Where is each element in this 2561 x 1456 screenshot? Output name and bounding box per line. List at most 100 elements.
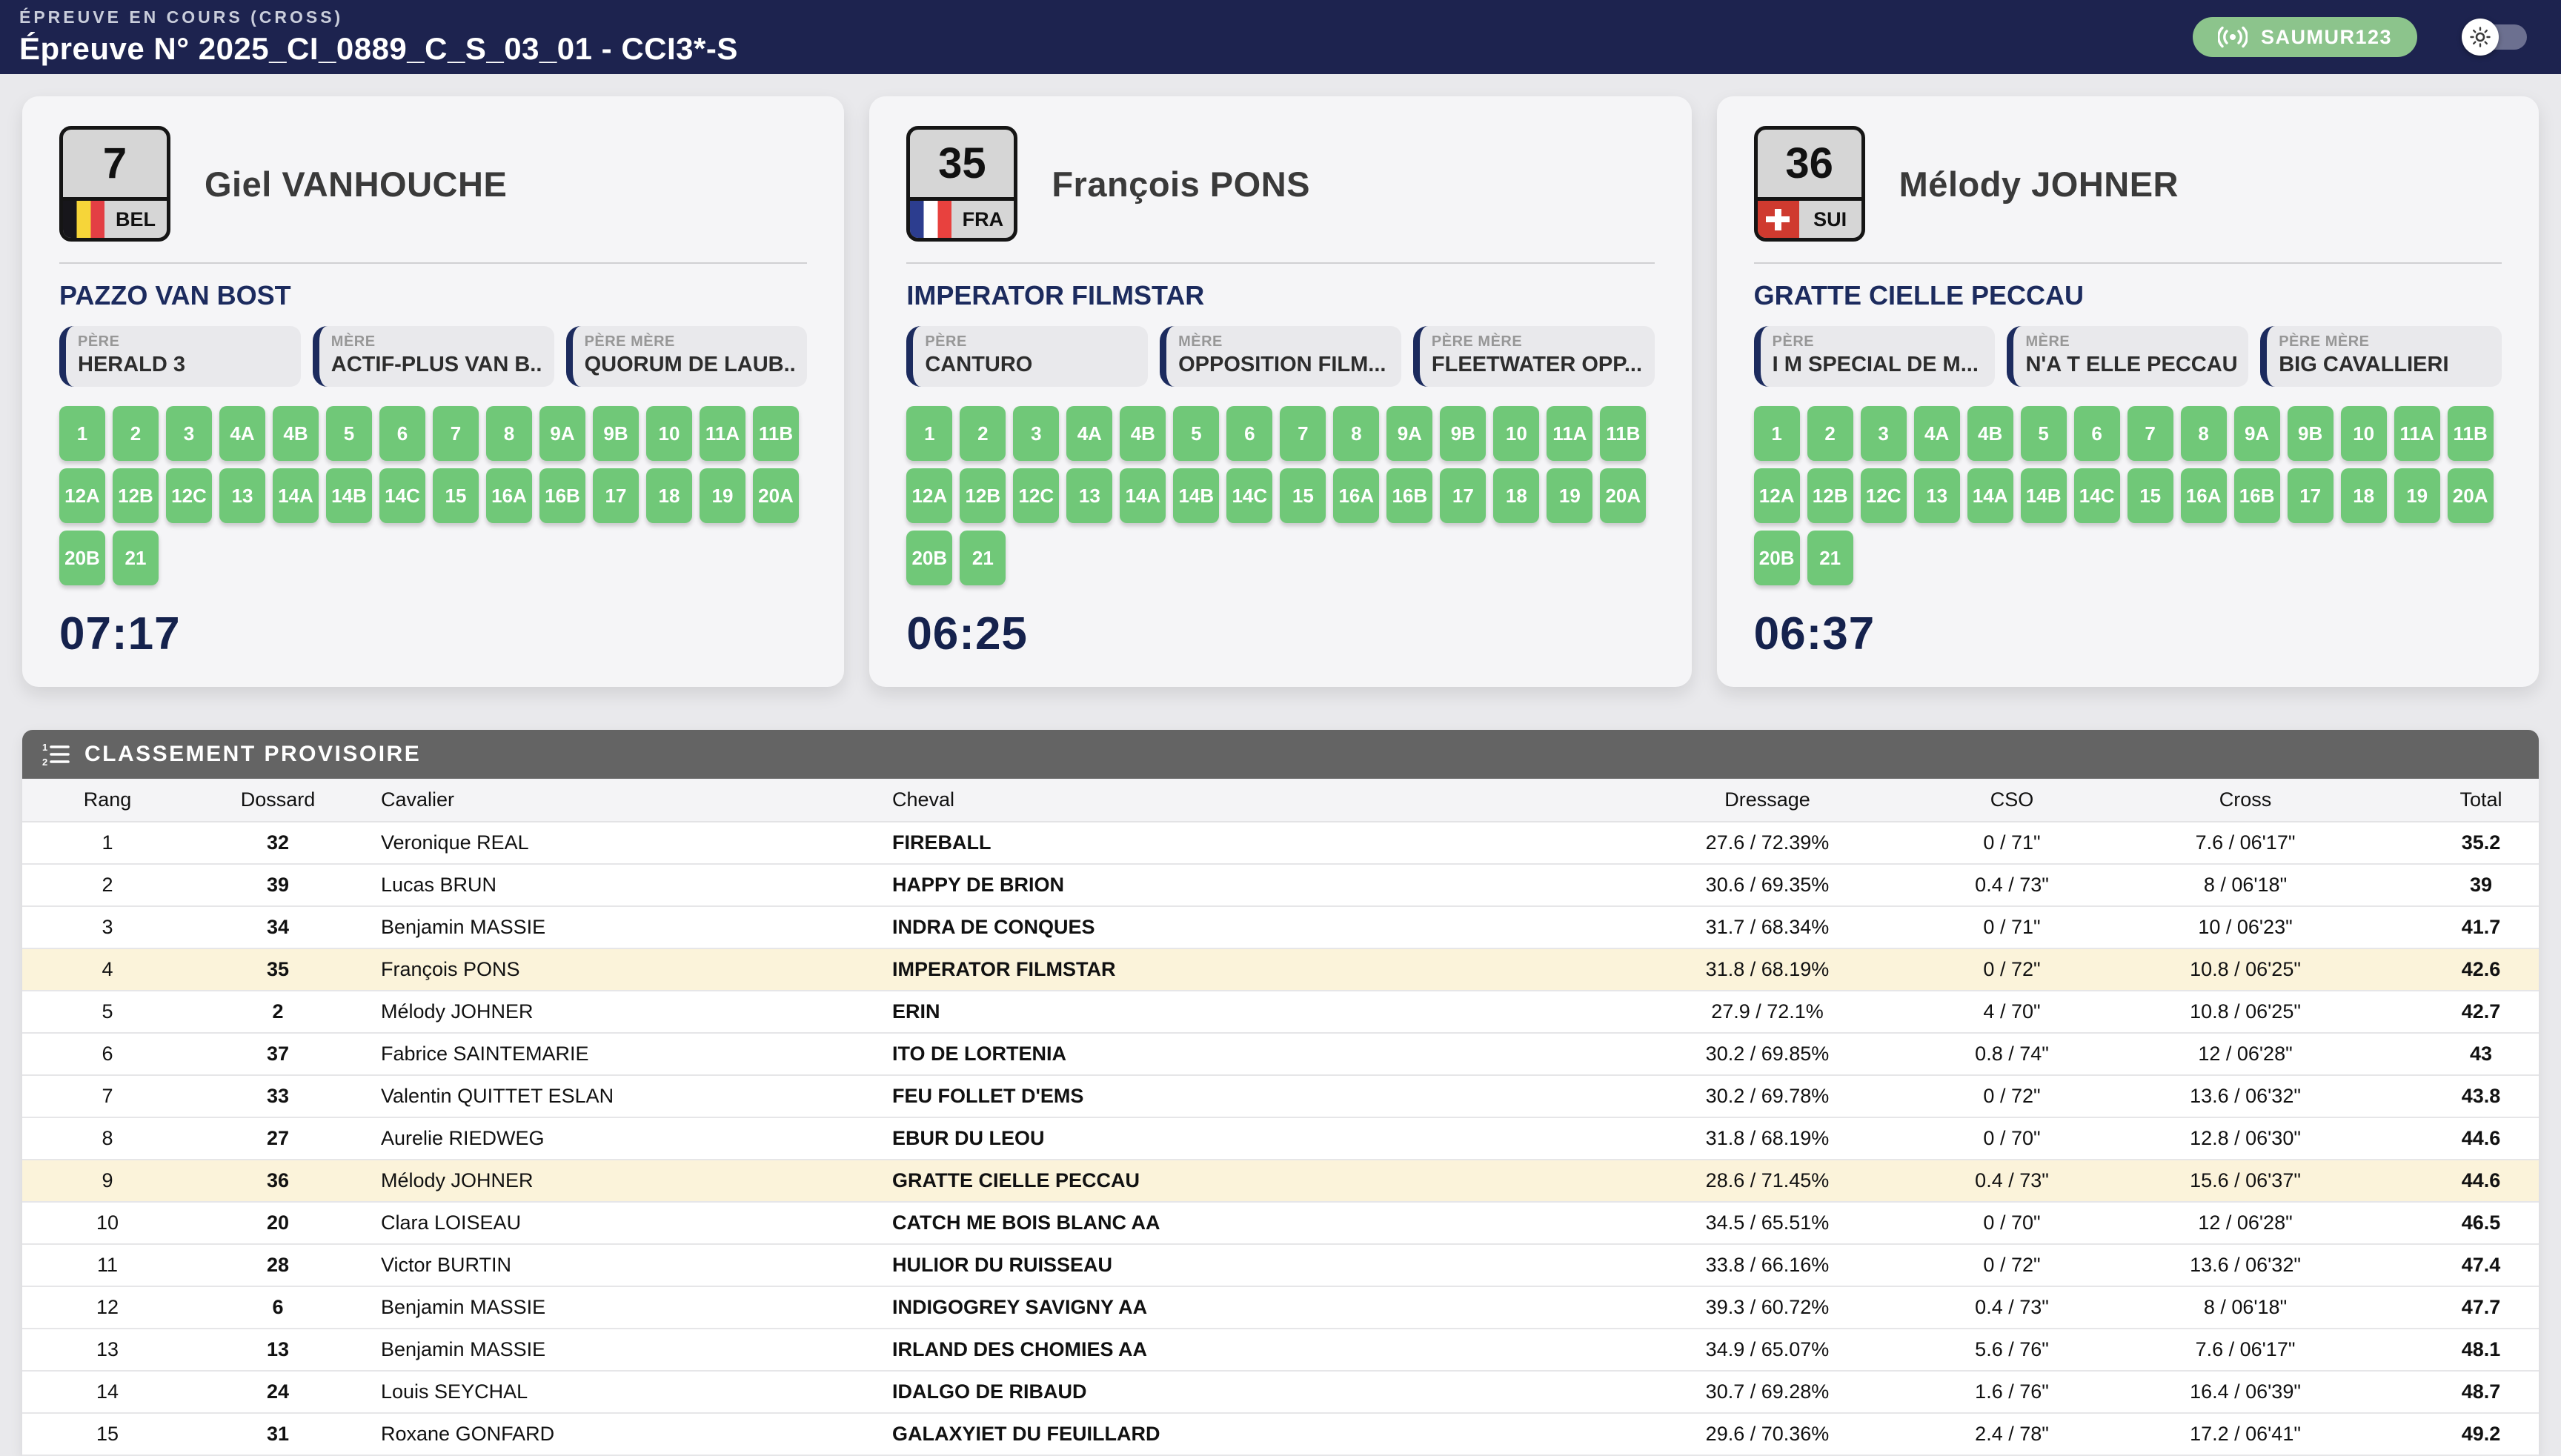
fence-button[interactable]: 15 bbox=[1280, 468, 1326, 523]
live-event-badge[interactable]: SAUMUR123 bbox=[2193, 17, 2417, 57]
fence-button[interactable]: 11B bbox=[753, 406, 799, 461]
fence-button[interactable]: 17 bbox=[1440, 468, 1486, 523]
fence-button[interactable]: 15 bbox=[433, 468, 479, 523]
fence-button[interactable]: 19 bbox=[700, 468, 745, 523]
fence-button[interactable]: 4A bbox=[1914, 406, 1960, 461]
fence-button[interactable]: 3 bbox=[1013, 406, 1059, 461]
fence-button[interactable]: 4A bbox=[1066, 406, 1112, 461]
fence-button[interactable]: 12C bbox=[1013, 468, 1059, 523]
fence-button[interactable]: 14C bbox=[1226, 468, 1272, 523]
fence-button[interactable]: 12C bbox=[1861, 468, 1907, 523]
fence-button[interactable]: 20A bbox=[753, 468, 799, 523]
fence-button[interactable]: 12A bbox=[1754, 468, 1800, 523]
fence-button[interactable]: 20B bbox=[59, 531, 105, 585]
theme-toggle[interactable] bbox=[2462, 19, 2527, 56]
fence-button[interactable]: 12A bbox=[906, 468, 952, 523]
fence-button[interactable]: 9A bbox=[2234, 406, 2280, 461]
fence-button[interactable]: 20B bbox=[1754, 531, 1800, 585]
fence-button[interactable]: 6 bbox=[1226, 406, 1272, 461]
fence-button[interactable]: 20A bbox=[1600, 468, 1646, 523]
fence-button[interactable]: 7 bbox=[433, 406, 479, 461]
fence-button[interactable]: 9B bbox=[593, 406, 639, 461]
fence-button[interactable]: 12B bbox=[113, 468, 159, 523]
fence-button[interactable]: 2 bbox=[960, 406, 1006, 461]
cell-cso: 2.4 / 78" bbox=[1956, 1413, 2067, 1455]
cell-cavalier: Mélody JOHNER bbox=[363, 991, 874, 1033]
fence-button[interactable]: 12B bbox=[960, 468, 1006, 523]
fence-button[interactable]: 13 bbox=[219, 468, 265, 523]
fence-button[interactable]: 14B bbox=[1173, 468, 1219, 523]
fence-button[interactable]: 5 bbox=[1173, 406, 1219, 461]
fence-button[interactable]: 18 bbox=[2341, 468, 2387, 523]
fence-button[interactable]: 21 bbox=[113, 531, 159, 585]
fence-button[interactable]: 11A bbox=[700, 406, 745, 461]
fence-button[interactable]: 16B bbox=[539, 468, 585, 523]
pedigree-value: N'A T ELLE PECCAU bbox=[2025, 353, 2236, 377]
fence-button[interactable]: 8 bbox=[486, 406, 532, 461]
fence-button[interactable]: 11B bbox=[2448, 406, 2494, 461]
fence-button[interactable]: 19 bbox=[1547, 468, 1592, 523]
fence-button[interactable]: 3 bbox=[1861, 406, 1907, 461]
fence-button[interactable]: 4B bbox=[1967, 406, 2013, 461]
fence-button[interactable]: 18 bbox=[646, 468, 692, 523]
fence-button[interactable]: 20A bbox=[2448, 468, 2494, 523]
fence-button[interactable]: 2 bbox=[1807, 406, 1853, 461]
fence-button[interactable]: 4B bbox=[273, 406, 319, 461]
fence-button[interactable]: 13 bbox=[1066, 468, 1112, 523]
cell-total: 49.2 bbox=[2423, 1413, 2539, 1455]
fence-button[interactable]: 14B bbox=[326, 468, 372, 523]
fence-button[interactable]: 8 bbox=[1333, 406, 1379, 461]
fence-button[interactable]: 3 bbox=[166, 406, 212, 461]
fence-button[interactable]: 21 bbox=[960, 531, 1006, 585]
fence-button[interactable]: 21 bbox=[1807, 531, 1853, 585]
fence-button[interactable]: 7 bbox=[1280, 406, 1326, 461]
fence-button[interactable]: 7 bbox=[2127, 406, 2173, 461]
fence-button[interactable]: 4A bbox=[219, 406, 265, 461]
fence-button[interactable]: 14B bbox=[2021, 468, 2067, 523]
fence-button[interactable]: 14A bbox=[1120, 468, 1166, 523]
fence-button[interactable]: 13 bbox=[1914, 468, 1960, 523]
fence-button[interactable]: 19 bbox=[2394, 468, 2440, 523]
fence-button[interactable]: 14A bbox=[1967, 468, 2013, 523]
fence-button[interactable]: 12A bbox=[59, 468, 105, 523]
fence-button[interactable]: 14C bbox=[379, 468, 425, 523]
fence-button[interactable]: 16A bbox=[486, 468, 532, 523]
fence-button[interactable]: 2 bbox=[113, 406, 159, 461]
fence-button[interactable]: 9A bbox=[1386, 406, 1432, 461]
fence-button[interactable]: 10 bbox=[1493, 406, 1539, 461]
fence-button[interactable]: 12B bbox=[1807, 468, 1853, 523]
fence-button[interactable]: 15 bbox=[2127, 468, 2173, 523]
fence-button[interactable]: 4B bbox=[1120, 406, 1166, 461]
fence-button[interactable]: 14A bbox=[273, 468, 319, 523]
fence-button[interactable]: 8 bbox=[2181, 406, 2227, 461]
fence-button[interactable]: 11B bbox=[1600, 406, 1646, 461]
fence-button[interactable]: 16A bbox=[1333, 468, 1379, 523]
fence-button[interactable]: 18 bbox=[1493, 468, 1539, 523]
fence-button[interactable]: 5 bbox=[2021, 406, 2067, 461]
cell-cso: 0 / 71" bbox=[1956, 822, 2067, 864]
fence-button[interactable]: 16B bbox=[1386, 468, 1432, 523]
fence-button[interactable]: 20B bbox=[906, 531, 952, 585]
fence-button[interactable]: 16A bbox=[2181, 468, 2227, 523]
fence-button[interactable]: 1 bbox=[1754, 406, 1800, 461]
fence-button[interactable]: 16B bbox=[2234, 468, 2280, 523]
fence-button[interactable]: 9B bbox=[2288, 406, 2334, 461]
fence-button[interactable]: 6 bbox=[379, 406, 425, 461]
fence-button[interactable]: 12C bbox=[166, 468, 212, 523]
live-badge-label: SAUMUR123 bbox=[2261, 26, 2392, 49]
event-status-label: ÉPREUVE EN COURS (CROSS) bbox=[19, 7, 738, 27]
fence-button[interactable]: 14C bbox=[2074, 468, 2120, 523]
fence-button[interactable]: 10 bbox=[646, 406, 692, 461]
fence-button[interactable]: 11A bbox=[2394, 406, 2440, 461]
fence-button[interactable]: 1 bbox=[906, 406, 952, 461]
fence-button[interactable]: 10 bbox=[2341, 406, 2387, 461]
fence-button[interactable]: 17 bbox=[2288, 468, 2334, 523]
fence-button[interactable]: 5 bbox=[326, 406, 372, 461]
fence-button[interactable]: 9A bbox=[539, 406, 585, 461]
fence-button[interactable]: 11A bbox=[1547, 406, 1592, 461]
fence-button[interactable]: 9B bbox=[1440, 406, 1486, 461]
cell-dressage: 30.2 / 69.85% bbox=[1578, 1033, 1956, 1075]
fence-button[interactable]: 6 bbox=[2074, 406, 2120, 461]
fence-button[interactable]: 17 bbox=[593, 468, 639, 523]
fence-button[interactable]: 1 bbox=[59, 406, 105, 461]
